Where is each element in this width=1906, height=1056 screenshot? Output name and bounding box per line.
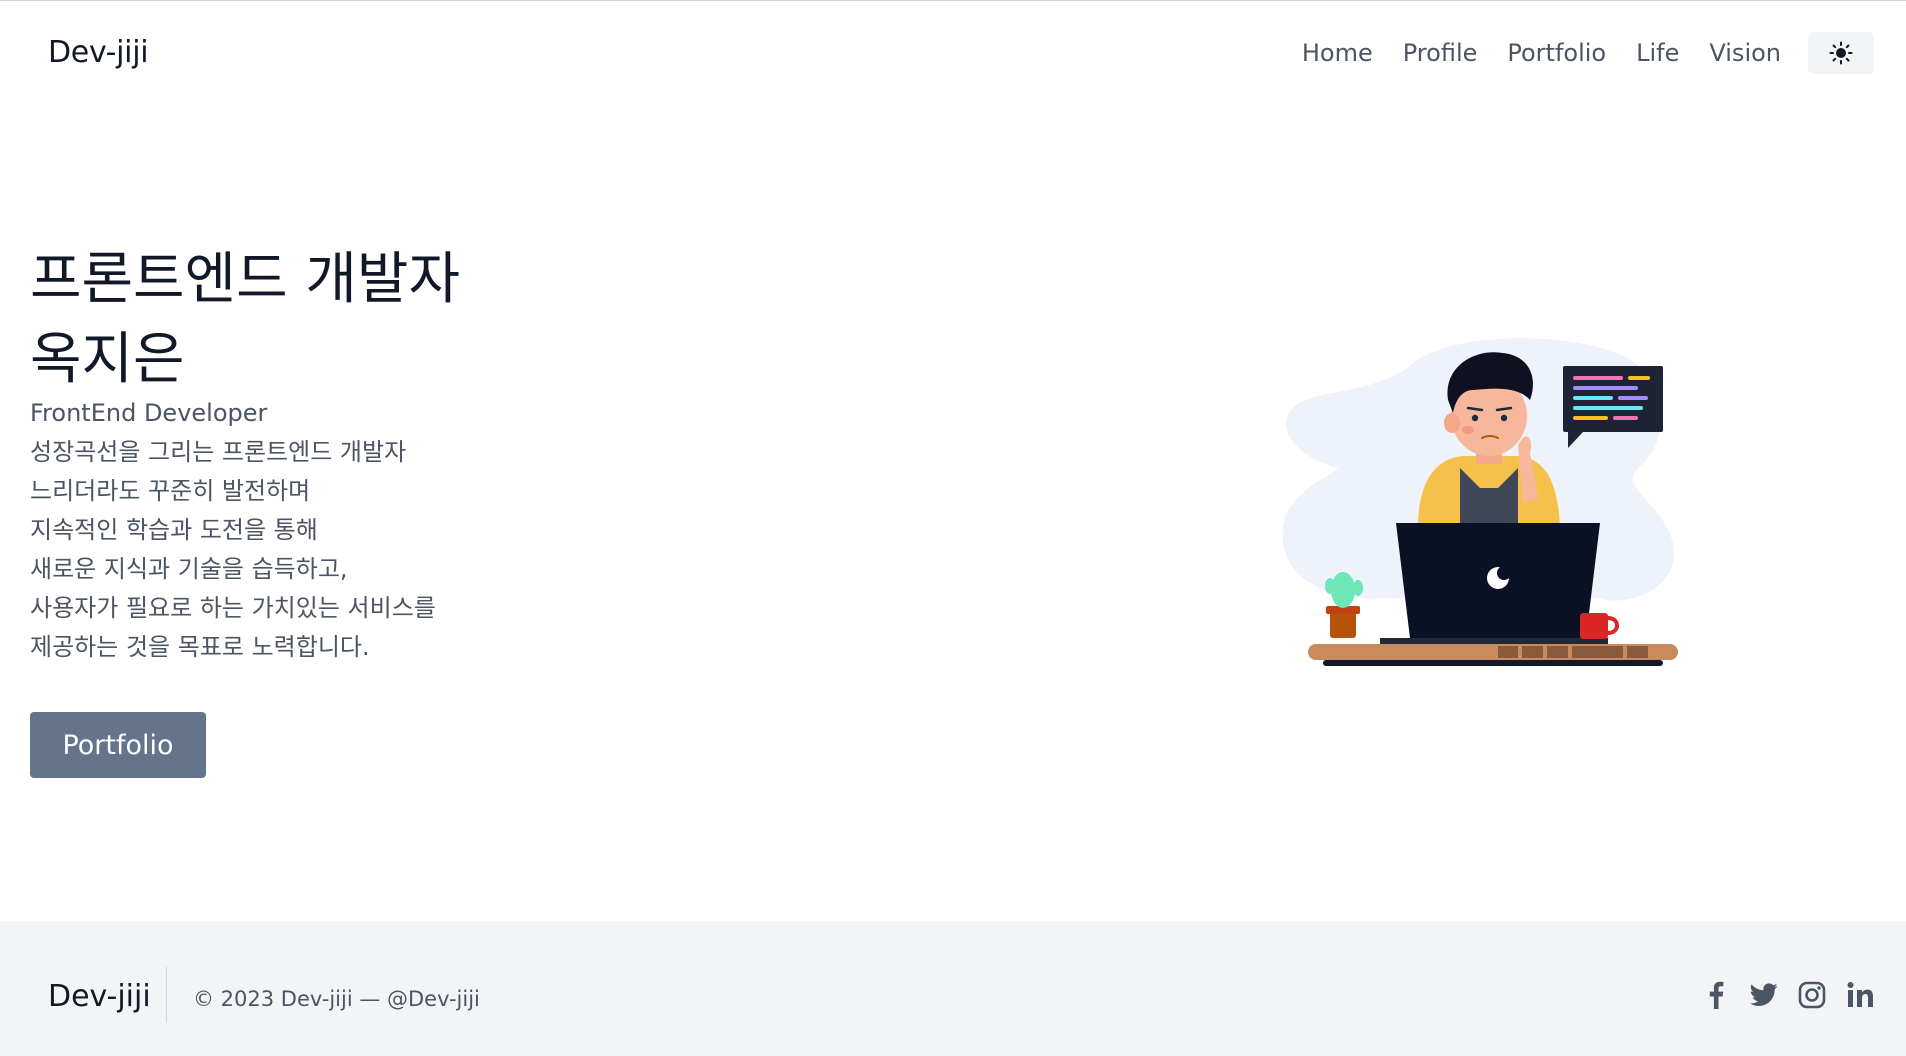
site-header: Dev-jiji Home Profile Portfolio Life Vis… xyxy=(0,1,1906,107)
hero-title: 프론트엔드 개발자 옥지은 xyxy=(30,240,550,400)
nav-home[interactable]: Home xyxy=(1302,39,1373,67)
main-nav: Home Profile Portfolio Life Vision xyxy=(1302,39,1781,67)
hero-desc-line: 새로운 지식과 기술을 습득하고, xyxy=(30,555,348,583)
site-footer: Dev-jiji © 2023 Dev-jiji — @Dev-jiji xyxy=(0,921,1906,1056)
hero-desc-line: 제공하는 것을 목표로 노력합니다. xyxy=(30,633,370,661)
theme-toggle-button[interactable] xyxy=(1808,32,1874,74)
footer-brand[interactable]: Dev-jiji xyxy=(48,979,151,1014)
twitter-icon[interactable] xyxy=(1750,981,1778,1009)
hero-desc-line: 지속적인 학습과 도전을 통해 xyxy=(30,516,318,544)
linkedin-icon[interactable] xyxy=(1846,981,1874,1009)
hero-desc-line: 느리더라도 꾸준히 발전하며 xyxy=(30,477,311,505)
sun-icon xyxy=(1829,41,1853,65)
nav-profile[interactable]: Profile xyxy=(1403,39,1478,67)
social-links xyxy=(1702,981,1874,1009)
portfolio-button[interactable]: Portfolio xyxy=(30,712,206,778)
hero-title-line: 프론트엔드 개발자 xyxy=(30,247,460,312)
hero-description: FrontEnd Developer 성장곡선을 그리는 프론트엔드 개발자 느… xyxy=(30,394,436,667)
hero-desc-line: 성장곡선을 그리는 프론트엔드 개발자 xyxy=(30,438,407,466)
footer-divider xyxy=(166,967,167,1023)
brand-logo[interactable]: Dev-jiji xyxy=(48,35,149,70)
hero-desc-line: 사용자가 필요로 하는 가치있는 서비스를 xyxy=(30,594,436,622)
facebook-icon[interactable] xyxy=(1702,981,1730,1009)
developer-illustration xyxy=(1282,338,1678,666)
hero-desc-line: FrontEnd Developer xyxy=(30,399,268,427)
instagram-icon[interactable] xyxy=(1798,981,1826,1009)
nav-portfolio[interactable]: Portfolio xyxy=(1507,39,1606,67)
footer-copyright: © 2023 Dev-jiji — @Dev-jiji xyxy=(193,987,480,1011)
nav-vision[interactable]: Vision xyxy=(1709,39,1781,67)
nav-life[interactable]: Life xyxy=(1636,39,1679,67)
hero-title-line: 옥지은 xyxy=(30,327,185,392)
